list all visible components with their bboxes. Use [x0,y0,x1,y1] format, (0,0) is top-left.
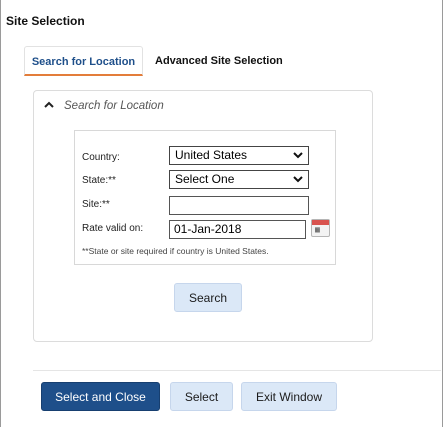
location-form: Country: United States State:** Select O… [74,130,336,265]
country-select[interactable]: United States [169,146,309,165]
country-label: Country: [82,152,120,163]
chevron-up-icon [44,100,56,112]
site-label: Site:** [82,199,110,210]
panel-header-toggle[interactable]: Search for Location [44,100,164,112]
state-select[interactable]: Select One [169,170,309,189]
rate-valid-on-label: Rate valid on: [82,223,144,234]
site-selection-window: Site Selection Search for Location Advan… [0,0,443,427]
panel-header-label: Search for Location [64,100,164,112]
exit-window-button[interactable]: Exit Window [241,382,337,411]
window-title: Site Selection [6,14,85,28]
select-button[interactable]: Select [170,382,233,411]
rate-date-input[interactable]: 01-Jan-2018 [169,220,306,239]
tab-advanced-site-selection[interactable]: Advanced Site Selection [155,46,283,76]
country-select-value: United States [175,148,248,162]
search-panel: Search for Location Country: United Stat… [33,90,373,342]
footer-divider [33,370,441,371]
tab-search-for-location[interactable]: Search for Location [24,46,143,76]
select-and-close-button[interactable]: Select and Close [41,382,160,411]
chevron-down-icon [292,171,304,194]
search-button[interactable]: Search [174,283,242,312]
calendar-icon[interactable]: ▦ [311,219,330,237]
site-input[interactable] [169,196,309,215]
state-select-value: Select One [175,172,235,186]
required-note: **State or site required if country is U… [82,246,269,256]
chevron-down-icon [292,147,304,170]
state-label: State:** [82,175,116,186]
